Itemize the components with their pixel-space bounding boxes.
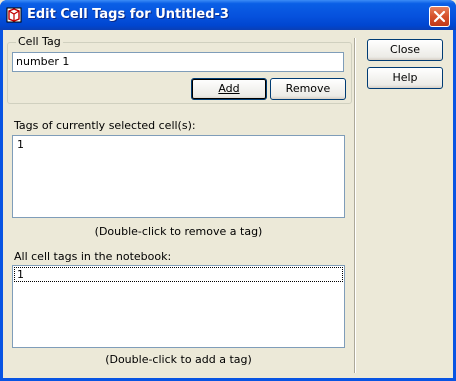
all-tags-item[interactable]: 1 [14, 267, 343, 282]
title-bar[interactable]: Edit Cell Tags for Untitled-3 [0, 0, 456, 30]
help-button[interactable]: Help [367, 67, 443, 89]
dialog-body: Cell Tag number 1 Add Remove Tags of cur… [3, 30, 453, 378]
all-tags-label: All cell tags in the notebook: [14, 250, 172, 263]
remove-button[interactable]: Remove [270, 78, 346, 100]
close-icon [433, 10, 446, 23]
vertical-divider [354, 38, 356, 373]
all-tags-hint: (Double-click to add a tag) [105, 353, 252, 366]
selected-tags-label: Tags of currently selected cell(s): [14, 119, 196, 132]
add-button-label: Add [218, 82, 240, 95]
close-button-label: Close [390, 43, 420, 56]
all-tags-list[interactable]: 1 [12, 265, 345, 348]
window-title: Edit Cell Tags for Untitled-3 [27, 7, 229, 22]
selected-tag-item[interactable]: 1 [15, 138, 26, 151]
selected-tags-hint: (Double-click to remove a tag) [94, 225, 263, 238]
help-button-label: Help [392, 71, 418, 84]
cell-tag-group-label: Cell Tag [16, 35, 63, 48]
dialog-window: Edit Cell Tags for Untitled-3 Cell Tag n… [0, 0, 456, 381]
close-button[interactable]: Close [367, 39, 443, 61]
selected-tags-list[interactable]: 1 [12, 135, 345, 218]
cell-tag-input[interactable]: number 1 [12, 52, 344, 72]
remove-button-label: Remove [285, 82, 331, 95]
app-icon [6, 7, 22, 23]
close-window-button[interactable] [429, 6, 450, 27]
add-button[interactable]: Add [191, 78, 267, 100]
